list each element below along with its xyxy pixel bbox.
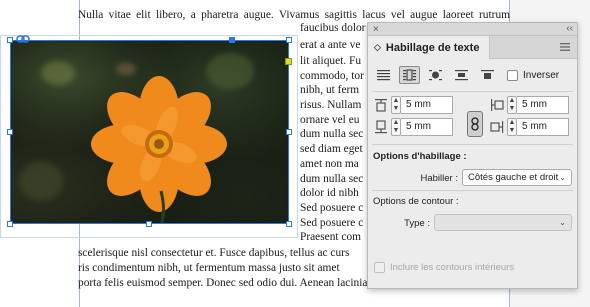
wrap-next-column-button[interactable] [477, 66, 498, 84]
wrap-bounding-box-button[interactable] [399, 66, 420, 84]
chain-link-icon [471, 117, 479, 131]
contour-type-label: Type : [404, 218, 430, 229]
text-line: ornare vel eu [300, 114, 360, 126]
resize-handle[interactable] [7, 129, 13, 135]
include-inner-edges-option[interactable]: Inclure les contours intérieurs [374, 262, 514, 273]
text-line: ris condimentum nibh, ut fermentum massa… [78, 262, 340, 274]
image-frame[interactable] [10, 40, 289, 224]
divider [372, 144, 573, 145]
resize-handle[interactable] [286, 221, 292, 227]
wrap-none-icon [377, 70, 390, 81]
chevron-down-icon: ⌄ [559, 173, 566, 182]
offset-left-field[interactable]: 5 mm [517, 96, 569, 114]
cosmos-flower [91, 76, 227, 223]
close-icon[interactable]: × [373, 23, 379, 36]
include-inner-edges-checkbox[interactable] [374, 262, 385, 273]
offset-left-icon [491, 99, 504, 111]
wrap-options-title: Options d'habillage : [373, 151, 467, 162]
text-line: dum nulla sec [300, 173, 364, 185]
link-offsets-button[interactable] [467, 111, 483, 137]
offset-bottom-icon [375, 120, 387, 134]
chevron-down-icon: ⌄ [559, 218, 566, 227]
panel-menu-icon[interactable] [559, 41, 571, 53]
wrap-object-shape-icon [429, 70, 442, 81]
offset-right-spinner[interactable]: ▲ ▼ [507, 118, 517, 136]
tab-title: Habillage de texte [385, 41, 480, 54]
collapse-icon[interactable]: ‹‹ [566, 22, 573, 35]
wrap-side-select[interactable]: Côtés gauche et droit ⌄ [462, 169, 572, 186]
offset-right-group: ▲ ▼ 5 mm [490, 118, 569, 136]
wrap-jump-object-button[interactable] [451, 66, 472, 84]
content-grabber-handle[interactable] [285, 58, 292, 65]
invert-label: Inverser [523, 69, 560, 81]
divider [372, 190, 573, 191]
offset-top-field[interactable]: 5 mm [401, 96, 453, 114]
wrap-jump-object-icon [455, 70, 468, 81]
resize-handle[interactable] [7, 37, 13, 43]
contour-options-title: Options de contour : [373, 196, 459, 207]
text-line: Nulla vitae elit libero, a pharetra augu… [78, 9, 510, 21]
offset-right-icon [490, 121, 504, 133]
resize-handle[interactable] [146, 221, 152, 227]
text-line: Sed posuere c [300, 202, 364, 214]
contour-type-select[interactable]: ⌄ [434, 214, 572, 231]
wrap-mode-row: Inverser [373, 65, 559, 85]
offset-top-group: ▲ ▼ 5 mm [374, 96, 453, 114]
panel-titlebar[interactable]: × ‹‹ [368, 23, 577, 36]
text-wrap-panel: × ‹‹ ◇ Habillage de texte Inverser ▲ ▼ 5… [367, 22, 578, 289]
invert-option[interactable]: Inverser [507, 69, 560, 81]
offset-bottom-spinner[interactable]: ▲ ▼ [391, 118, 401, 136]
text-line: Sed posuere c [300, 217, 364, 229]
resize-handle[interactable] [229, 37, 235, 43]
wrap-none-button[interactable] [373, 66, 394, 84]
tab-toggle-icon[interactable]: ◇ [374, 42, 381, 53]
wrap-side-value: Côtés gauche et droit [468, 172, 559, 183]
text-line: commodo, tor [300, 70, 364, 82]
divider [372, 91, 573, 92]
wrap-side-label: Habiller : [420, 173, 459, 184]
offset-left-group: ▲ ▼ 5 mm [490, 96, 569, 114]
resize-handle[interactable] [7, 221, 13, 227]
invert-checkbox[interactable] [507, 69, 518, 81]
offset-top-spinner[interactable]: ▲ ▼ [391, 96, 401, 114]
link-icon [16, 35, 30, 43]
text-line: faucibus dolor [300, 22, 366, 34]
text-line: scelerisque nisl consectetur et. Fusce d… [78, 247, 350, 259]
offset-right-field[interactable]: 5 mm [517, 118, 569, 136]
wrap-bounding-box-icon [403, 69, 416, 81]
text-line: dum nulla sec [300, 128, 364, 140]
text-line: amet non ma [300, 158, 359, 170]
offset-bottom-field[interactable]: 5 mm [401, 118, 453, 136]
include-inner-edges-label: Inclure les contours intérieurs [390, 262, 515, 273]
offset-left-spinner[interactable]: ▲ ▼ [507, 96, 517, 114]
flower-photo [11, 41, 288, 223]
tab-text-wrap[interactable]: ◇ Habillage de texte [368, 36, 490, 59]
text-line: dolor id nibh [300, 187, 359, 199]
text-line: risus. Nullam [300, 99, 362, 111]
offset-bottom-group: ▲ ▼ 5 mm [374, 118, 453, 136]
wrap-next-column-icon [481, 70, 494, 79]
offset-top-icon [375, 99, 387, 112]
text-line: erat a ante ve [300, 39, 361, 51]
text-line: nibh, ut ferm [300, 84, 360, 96]
text-line: sed diam eget [300, 143, 363, 155]
resize-handle[interactable] [286, 129, 292, 135]
panel-tab-row: ◇ Habillage de texte [368, 36, 577, 59]
text-line: lit aliquet. Fu [300, 55, 362, 67]
text-line: Praesent com [300, 231, 362, 243]
wrap-object-shape-button[interactable] [425, 66, 446, 84]
resize-handle[interactable] [286, 37, 292, 43]
